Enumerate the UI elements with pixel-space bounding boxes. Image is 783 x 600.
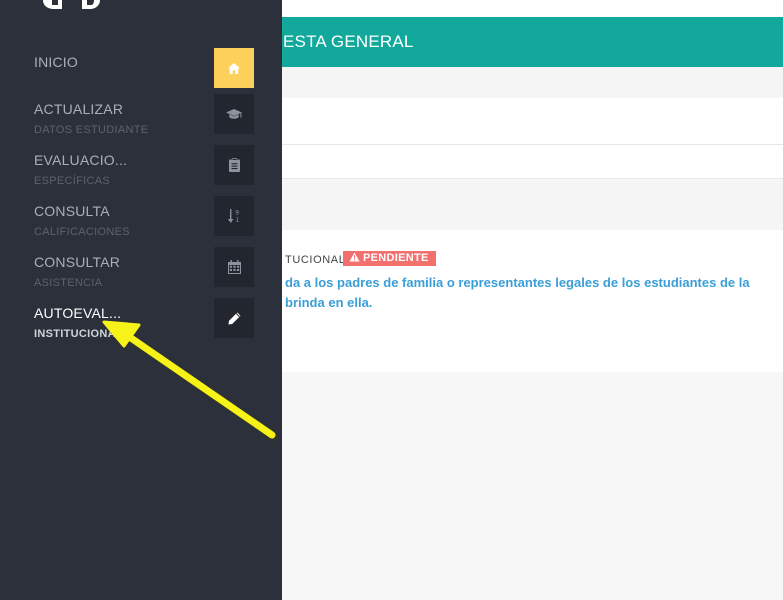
sort-numeric-icon-button[interactable]: 9 1 xyxy=(214,196,254,236)
spacer-band xyxy=(282,67,783,98)
pencil-icon xyxy=(228,312,240,324)
survey-description[interactable]: da a los padres de familia o representan… xyxy=(285,273,783,313)
sidebar-item-sublabel: DATOS ESTUDIANTE xyxy=(34,124,149,136)
top-strip xyxy=(282,0,783,17)
sidebar-item-label: ACTUALIZAR xyxy=(34,101,124,117)
sidebar-item-sublabel: ESPECÍFICAS xyxy=(34,175,111,187)
home-icon xyxy=(228,62,240,74)
home-icon-button[interactable] xyxy=(214,48,254,88)
calendar-icon-button[interactable] xyxy=(214,247,254,287)
content-row xyxy=(282,98,783,145)
warning-icon xyxy=(349,251,360,266)
sidebar-item-sublabel: ASISTENCIA xyxy=(34,277,103,289)
survey-description-line: brinda en ella. xyxy=(285,295,373,310)
page-title: ESTA GENERAL xyxy=(283,32,414,51)
content-row xyxy=(282,145,783,179)
sidebar: INICIO ACTUALIZAR DATOS ESTUDIANTE EVALU… xyxy=(0,0,282,600)
sidebar-item-actualizar[interactable]: ACTUALIZAR DATOS ESTUDIANTE xyxy=(34,101,209,136)
sidebar-item-label: INICIO xyxy=(34,54,78,70)
graduation-cap-icon xyxy=(226,108,242,119)
survey-description-line: da a los padres de familia o representan… xyxy=(285,275,750,290)
sidebar-item-sublabel: INSTITUCIONAL xyxy=(34,328,123,340)
sidebar-item-asistencia[interactable]: CONSULTAR ASISTENCIA xyxy=(34,254,209,289)
survey-card-label: TUCIONAL xyxy=(285,254,346,266)
spacer-band xyxy=(282,180,783,230)
sidebar-item-label: CONSULTAR xyxy=(34,254,121,270)
sidebar-item-sublabel: CALIFICACIONES xyxy=(34,226,130,238)
clipboard-icon-button[interactable] xyxy=(214,145,254,185)
sidebar-item-inicio[interactable]: INICIO xyxy=(34,54,209,70)
clipboard-icon xyxy=(228,158,240,172)
status-badge: PENDIENTE xyxy=(343,251,436,266)
sidebar-item-evaluaciones[interactable]: EVALUACIO... ESPECÍFICAS xyxy=(34,152,209,187)
sidebar-item-calificaciones[interactable]: CONSULTA CALIFICACIONES xyxy=(34,203,209,238)
svg-text:9: 9 xyxy=(235,210,239,217)
status-badge-label: PENDIENTE xyxy=(363,252,429,264)
pencil-icon-button[interactable] xyxy=(214,298,254,338)
sidebar-item-label: AUTOEVAL... xyxy=(34,305,122,321)
sidebar-item-autoevaluacion[interactable]: AUTOEVAL... INSTITUCIONAL xyxy=(34,305,209,340)
calendar-icon xyxy=(227,260,241,274)
graduation-cap-icon-button[interactable] xyxy=(214,94,254,134)
sort-numeric-icon: 9 1 xyxy=(227,209,239,223)
sidebar-item-label: CONSULTA xyxy=(34,203,110,219)
logo xyxy=(43,0,100,9)
svg-text:1: 1 xyxy=(235,217,239,223)
sidebar-item-label: EVALUACIO... xyxy=(34,152,128,168)
